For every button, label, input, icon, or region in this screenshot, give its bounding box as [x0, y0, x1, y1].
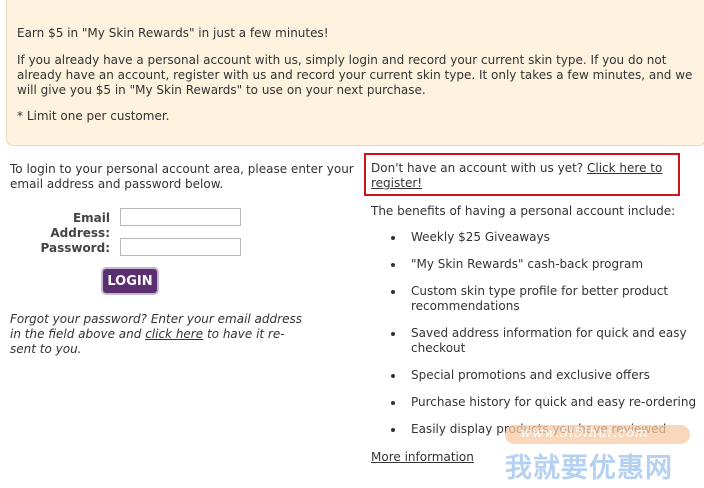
banner-note: * Limit one per customer. — [17, 109, 170, 123]
forgot-password-text: Forgot your password? Enter your email a… — [10, 312, 310, 357]
register-callout: Don't have an account with us yet? Click… — [364, 153, 680, 196]
more-information-link[interactable]: More information — [371, 450, 474, 465]
register-prompt: Don't have an account with us yet? — [371, 161, 584, 175]
list-item: Custom skin type profile for better prod… — [371, 284, 701, 314]
list-item: "My Skin Rewards" cash-back program — [371, 257, 701, 272]
resend-password-link[interactable]: click here — [145, 327, 203, 341]
list-item: Saved address information for quick and … — [371, 326, 701, 356]
password-label: Password: — [40, 241, 111, 255]
watermark-text: 我就要优惠网 — [505, 453, 673, 484]
banner-headline: Earn $5 in "My Skin Rewards" in just a f… — [17, 26, 329, 40]
banner-body: If you already have a personal account w… — [17, 53, 693, 97]
benefits-title: The benefits of having a personal accoun… — [371, 204, 676, 218]
login-button[interactable]: LOGIN — [101, 267, 159, 295]
email-label: Email Address: — [50, 211, 110, 240]
list-item: Weekly $25 Giveaways — [371, 230, 701, 245]
login-intro: To login to your personal account area, … — [10, 162, 354, 191]
password-input[interactable] — [120, 238, 241, 256]
rewards-banner: Earn $5 in "My Skin Rewards" in just a f… — [6, 0, 704, 146]
list-item: Special promotions and exclusive offers — [371, 368, 701, 383]
login-section: To login to your personal account area, … — [10, 162, 355, 356]
list-item: Purchase history for quick and easy re-o… — [371, 395, 701, 410]
benefits-list: Weekly $25 Giveaways "My Skin Rewards" c… — [371, 230, 701, 449]
watermark-url: www.5i5ihui.com — [520, 426, 649, 441]
email-input[interactable] — [120, 208, 241, 226]
